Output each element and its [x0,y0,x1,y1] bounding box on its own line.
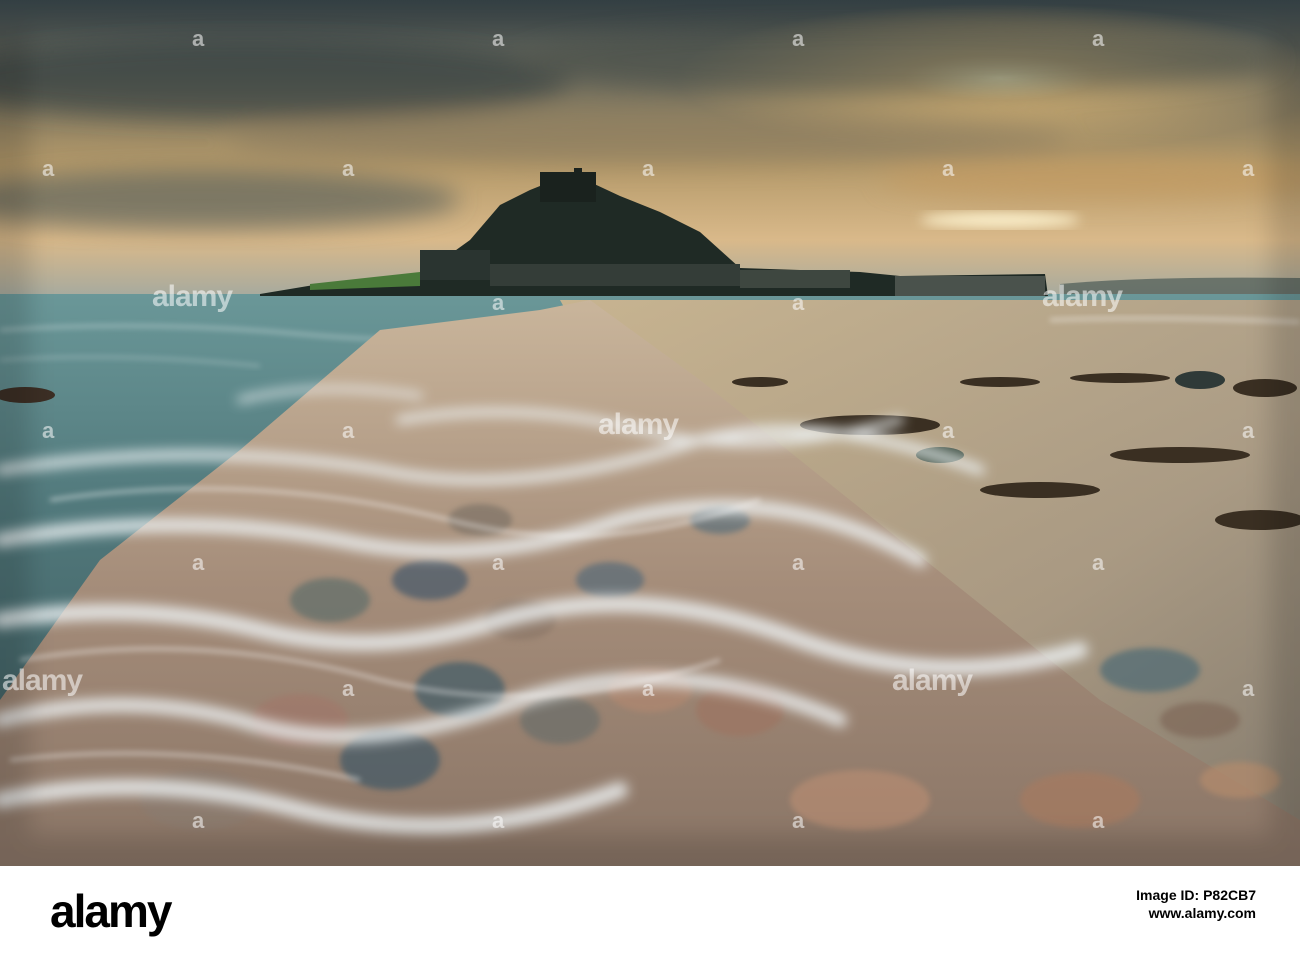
stock-footer-bar: alamy Image ID: P82CB7 www.alamy.com [0,866,1300,956]
alamy-logo: alamy [50,885,172,937]
image-id: Image ID: P82CB7 [1136,887,1256,903]
image-meta: Image ID: P82CB7 www.alamy.com [1136,886,1256,922]
stock-photo-page: a a a a a a a a a alamy alamy a a a a al… [0,0,1300,956]
photo-illustration [0,0,1300,866]
landscape-photo: a a a a a a a a a alamy alamy a a a a al… [0,0,1300,866]
site-url: www.alamy.com [1148,905,1256,921]
